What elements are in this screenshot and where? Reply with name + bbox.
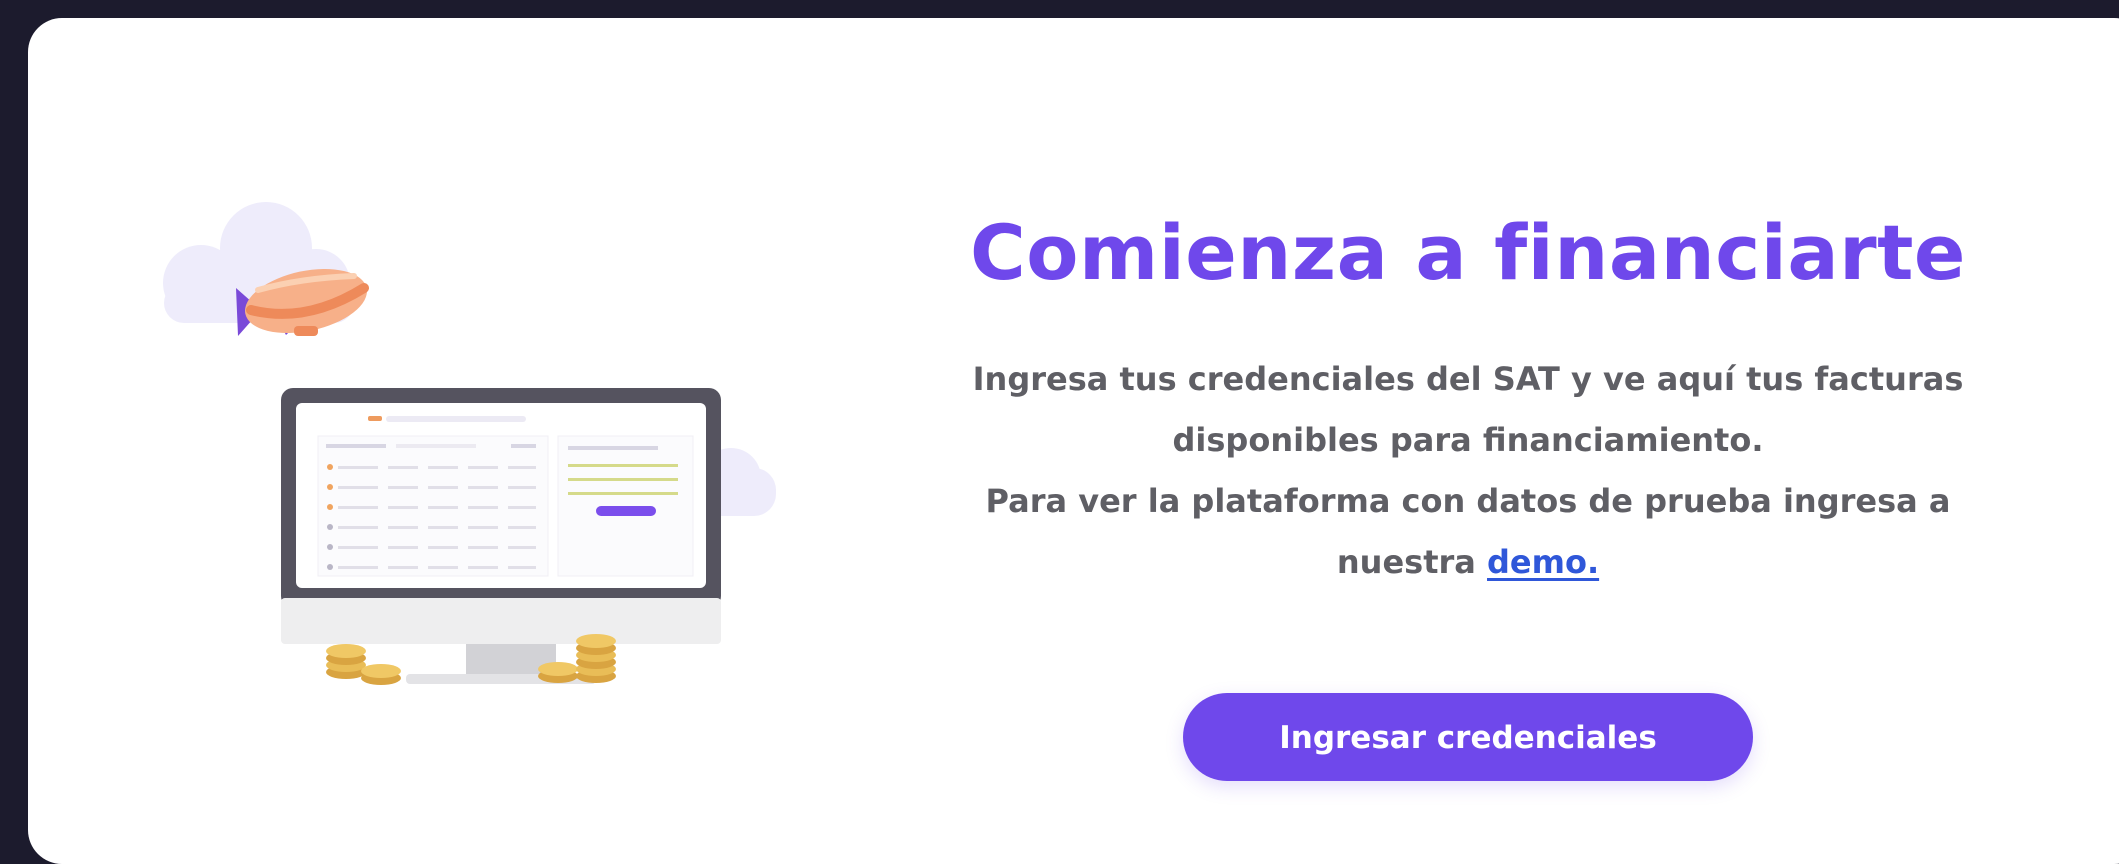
description-line: disponibles para financiamiento.	[1172, 421, 1764, 459]
enter-credentials-button[interactable]: Ingresar credenciales	[1183, 693, 1753, 781]
financing-illustration	[163, 202, 776, 685]
description: Ingresa tus credenciales del SAT y ve aq…	[928, 349, 2008, 593]
description-line: Ingresa tus credenciales del SAT y ve aq…	[972, 360, 1964, 398]
coin-stack-icon	[326, 644, 401, 685]
description-line: Para ver la plataforma con datos de prue…	[985, 482, 1951, 520]
description-line-demo: nuestra demo.	[928, 532, 2008, 593]
monitor-icon	[281, 388, 721, 684]
demo-prefix: nuestra	[1336, 543, 1476, 581]
onboarding-card: Comienza a financiarte Ingresa tus crede…	[28, 18, 2119, 864]
content-column: Comienza a financiarte Ingresa tus crede…	[908, 193, 2028, 781]
demo-link[interactable]: demo.	[1487, 543, 1599, 581]
page-title: Comienza a financiarte	[970, 208, 1966, 297]
